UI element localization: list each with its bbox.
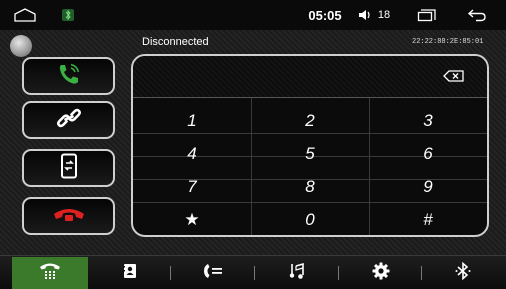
key-2[interactable]: 2 (251, 109, 369, 132)
divider (421, 266, 422, 280)
key-3[interactable]: 3 (369, 109, 487, 132)
tab-bluetooth[interactable] (426, 257, 500, 289)
bottom-nav-bar (0, 255, 506, 289)
divider (170, 266, 171, 280)
key-9[interactable]: 9 (369, 175, 487, 198)
tab-dialpad[interactable] (12, 257, 88, 289)
call-icon (56, 62, 82, 91)
link-icon (56, 107, 82, 134)
dial-panel: 1 2 3 4 5 6 7 8 9 ★ 0 # (131, 54, 489, 237)
device-address: 22:22:88:2E:85:01 (412, 38, 484, 46)
status-bar: 05:05 18 (0, 0, 506, 30)
contacts-icon (123, 263, 137, 284)
volume-level: 18 (377, 9, 391, 21)
tab-music[interactable] (258, 257, 336, 289)
divider (133, 202, 487, 203)
call-button[interactable] (22, 57, 115, 95)
key-8[interactable]: 8 (251, 175, 369, 198)
floating-assist-button[interactable] (10, 35, 32, 57)
phone-transfer-icon (60, 153, 78, 184)
settings-icon (372, 262, 390, 285)
transfer-call-button[interactable] (22, 149, 115, 187)
call-log-icon (202, 263, 224, 284)
tab-contacts[interactable] (92, 257, 168, 289)
back-icon[interactable] (462, 0, 492, 30)
key-0[interactable]: 0 (251, 208, 369, 231)
key-4[interactable]: 4 (133, 142, 251, 165)
tab-settings[interactable] (342, 257, 419, 289)
hangup-button[interactable] (22, 197, 115, 235)
divider (254, 266, 255, 280)
bluetooth-status-icon (58, 0, 78, 30)
key-5[interactable]: 5 (251, 142, 369, 165)
music-icon (289, 262, 305, 285)
divider (338, 266, 339, 280)
home-icon[interactable] (8, 0, 42, 30)
key-7[interactable]: 7 (133, 175, 251, 198)
divider (133, 133, 487, 134)
number-display (133, 56, 487, 98)
connect-button[interactable] (22, 101, 115, 139)
connection-status: Disconnected (142, 36, 209, 48)
key-6[interactable]: 6 (369, 142, 487, 165)
dialpad-icon (38, 261, 62, 286)
tab-call-log[interactable] (174, 257, 252, 289)
bluetooth-icon (455, 261, 471, 285)
clock: 05:05 (308, 7, 342, 23)
key-1[interactable]: 1 (133, 109, 251, 132)
backspace-icon[interactable] (443, 69, 465, 87)
hangup-icon (52, 205, 86, 228)
recent-apps-icon[interactable] (414, 0, 440, 30)
key-hash[interactable]: # (369, 208, 487, 231)
volume-icon[interactable] (354, 0, 374, 30)
key-star[interactable]: ★ (133, 208, 251, 231)
